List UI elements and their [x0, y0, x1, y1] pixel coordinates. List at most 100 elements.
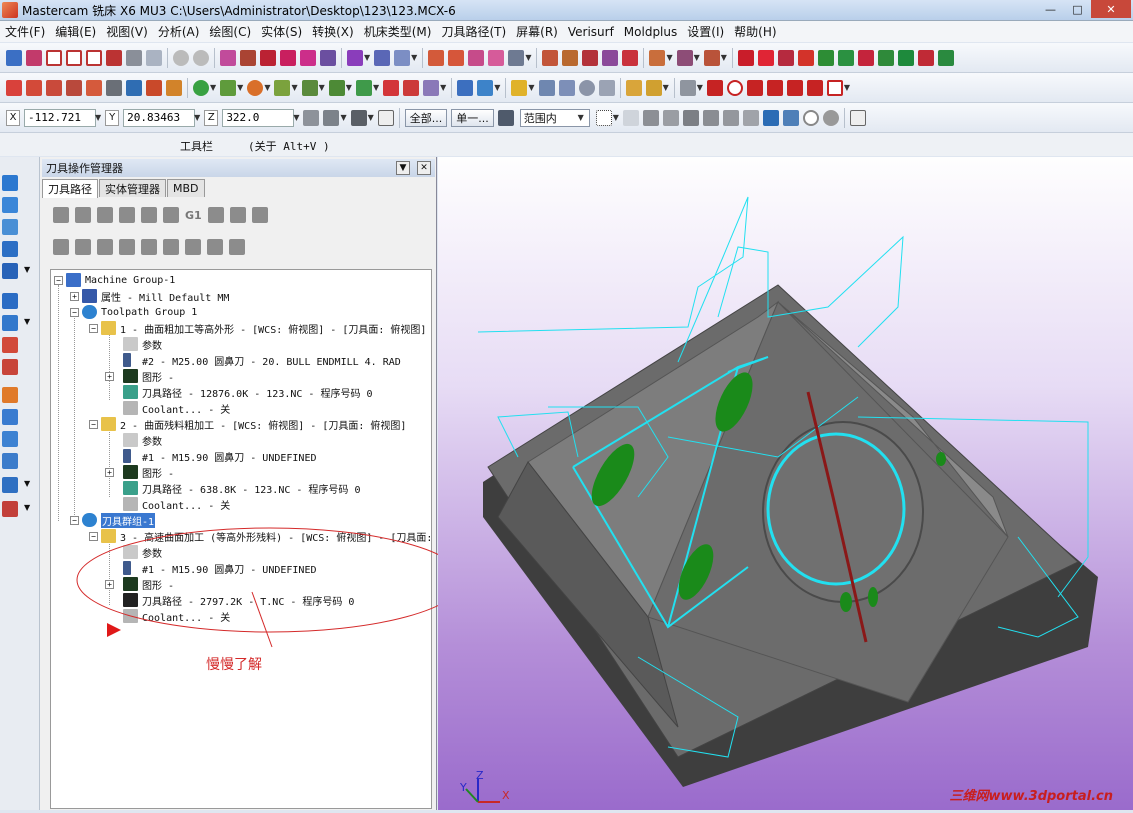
calc-icon[interactable] [2, 453, 18, 469]
toggle-display-icon[interactable] [75, 239, 91, 255]
letters-icon[interactable] [383, 79, 400, 96]
calculator-icon[interactable] [106, 79, 122, 96]
display-tool-icon[interactable] [229, 239, 245, 255]
moldplus-m-icon[interactable] [757, 49, 774, 66]
expand-icon[interactable]: + [70, 291, 79, 301]
chevron-down-icon[interactable]: ▼ [340, 113, 346, 122]
grid-icon[interactable] [166, 79, 182, 96]
menu-moldplus[interactable]: Moldplus [619, 25, 682, 39]
color-icon[interactable] [622, 49, 639, 66]
chevron-down-icon[interactable]: ▼ [373, 83, 379, 92]
menu-help[interactable]: 帮助(H) [729, 23, 781, 40]
vertical-view-icon[interactable] [86, 49, 102, 66]
tree-properties[interactable]: + 属性 - Mill Default MM [70, 288, 229, 304]
chevron-down-icon[interactable]: ▼ [24, 265, 30, 274]
level-icon[interactable] [602, 49, 619, 66]
expand-icon[interactable]: + [105, 371, 114, 381]
chevron-down-icon[interactable]: ▼ [264, 83, 270, 92]
single-display-icon[interactable] [207, 239, 223, 255]
rotate-view-icon[interactable] [649, 49, 666, 66]
menu-toolpaths[interactable]: 刀具路径(T) [436, 23, 511, 40]
minimize-button[interactable]: — [1037, 0, 1064, 18]
rectangle-icon[interactable] [328, 79, 345, 96]
iso-view-icon[interactable] [676, 49, 693, 66]
tab-solids[interactable]: 实体管理器 [99, 179, 166, 197]
menu-analyze[interactable]: 分析(A) [153, 23, 205, 40]
view-down-icon[interactable] [2, 241, 18, 257]
print-preview-icon[interactable] [146, 49, 162, 66]
chevron-down-icon[interactable]: ▼ [368, 113, 374, 122]
snap-endpoint-icon[interactable] [706, 79, 723, 96]
tree-op1-geometry[interactable]: + 图形 - [105, 368, 174, 384]
tab-mbd[interactable]: MBD [167, 179, 205, 197]
lock-icon[interactable] [53, 239, 69, 255]
cut-icon[interactable] [220, 49, 236, 66]
view-up-icon[interactable] [2, 175, 18, 191]
front-view-icon[interactable] [2, 293, 18, 309]
menu-verisurf[interactable]: Verisurf [563, 25, 619, 39]
pencil-icon[interactable] [488, 49, 505, 66]
line-icon[interactable] [220, 79, 237, 96]
moldplus-shape-icon[interactable] [837, 49, 854, 66]
chevron-down-icon[interactable]: ▼ [525, 53, 531, 62]
z-coord-input[interactable] [222, 108, 295, 127]
grid-view-icon[interactable] [2, 409, 18, 425]
x-coord-input[interactable] [24, 108, 96, 127]
end-selection-icon[interactable] [822, 109, 839, 126]
menu-file[interactable]: 文件(F) [0, 23, 50, 40]
cube-view-icon[interactable] [508, 49, 525, 66]
menu-machine-type[interactable]: 机床类型(M) [359, 23, 437, 40]
regenerate-icon[interactable] [97, 207, 113, 223]
selection-mode-select[interactable]: 范围内 ▼ [519, 108, 590, 127]
y-coord-input[interactable] [123, 108, 196, 127]
panel-menu-button[interactable]: ▼ [396, 161, 410, 175]
redo-icon[interactable] [193, 49, 209, 66]
view-rotate-icon[interactable] [2, 197, 18, 213]
regenerate-dirty-icon[interactable] [119, 207, 135, 223]
chevron-down-icon[interactable]: ▼ [721, 53, 727, 62]
menu-xform[interactable]: 转换(X) [307, 23, 359, 40]
quad-view-icon[interactable] [106, 49, 122, 66]
layer-icon[interactable] [582, 49, 599, 66]
menu-settings[interactable]: 设置(I) [682, 23, 729, 40]
moldplus-split-icon[interactable] [737, 49, 754, 66]
window-select-icon[interactable] [595, 109, 612, 126]
select-single-button[interactable]: 单一... [451, 108, 494, 127]
snap-line-icon[interactable] [746, 79, 763, 96]
help-icon[interactable] [849, 109, 866, 126]
tree-op2-coolant[interactable]: Coolant... - 关 [123, 496, 230, 512]
brush-icon[interactable] [645, 79, 662, 96]
moldplus-offset-icon[interactable] [937, 49, 954, 66]
backplot-icon[interactable] [141, 207, 157, 223]
split-view-icon[interactable] [66, 49, 82, 66]
high-feed-icon[interactable] [229, 207, 246, 223]
solid-edge-icon[interactable] [662, 109, 679, 126]
table-icon[interactable] [428, 49, 445, 66]
chevron-down-icon[interactable]: ▼ [24, 479, 30, 488]
scale-icon[interactable] [598, 79, 615, 96]
chevron-down-icon[interactable]: ▼ [694, 53, 700, 62]
unhide-icon[interactable] [46, 79, 62, 96]
select-all-ops-icon[interactable] [53, 207, 69, 223]
collapse-icon[interactable]: − [70, 307, 79, 317]
arc-icon[interactable] [247, 79, 264, 96]
chevron-down-icon[interactable]: ▼ [319, 83, 325, 92]
paste-icon[interactable] [260, 49, 276, 66]
tree-op2-params[interactable]: 参数 [123, 432, 162, 448]
align-icon[interactable] [394, 49, 411, 66]
autocursor-icon[interactable] [323, 109, 340, 126]
chain-icon[interactable] [300, 49, 316, 66]
collapse-icon[interactable]: − [89, 419, 98, 429]
pointer-icon[interactable] [622, 109, 639, 126]
tree-op1-coolant[interactable]: Coolant... - 关 [123, 400, 230, 416]
chevron-down-icon[interactable]: ▼ [95, 113, 101, 122]
tree-op2-toolpath[interactable]: 刀具路径 - 638.8K - 123.NC - 程序号码 0 [123, 480, 360, 496]
moldplus-cavity-icon[interactable] [777, 49, 794, 66]
toolpath-select-icon[interactable] [347, 49, 363, 66]
cylinder-icon[interactable] [355, 79, 372, 96]
tree-op2-geometry[interactable]: + 图形 - [105, 464, 174, 480]
new-file-icon[interactable] [6, 49, 22, 66]
move-down-icon[interactable] [119, 239, 135, 255]
collapse-icon[interactable]: − [54, 275, 63, 285]
plane-icon[interactable] [2, 387, 18, 403]
